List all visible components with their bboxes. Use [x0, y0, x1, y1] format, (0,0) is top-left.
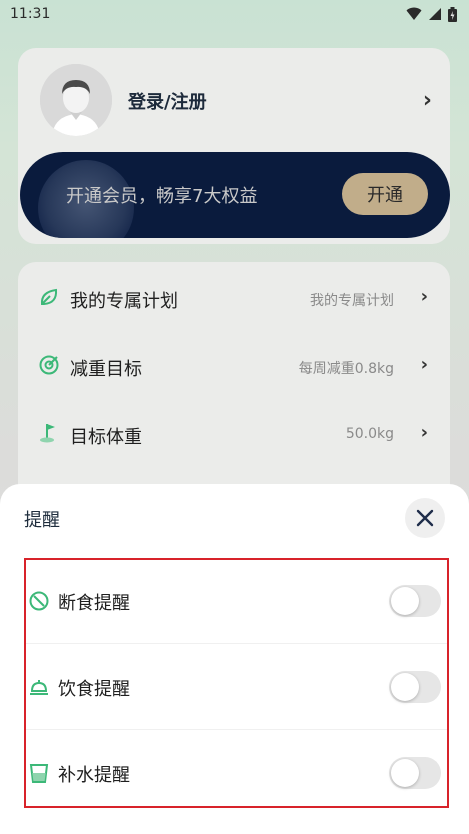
menu-item-weight-goal[interactable]: 减重目标 每周减重0.8kg ›: [18, 334, 450, 394]
flag-icon: [40, 424, 55, 443]
target-icon: [39, 355, 59, 375]
status-bar: 11:31: [0, 0, 469, 28]
reminder-list: 断食提醒 饮食提醒 补水提醒: [24, 558, 449, 808]
reminder-row-meal: 饮食提醒: [26, 646, 447, 730]
toggle-knob: [391, 759, 419, 787]
status-time: 11:31: [10, 6, 51, 22]
avatar-placeholder-icon: [40, 64, 112, 136]
reminder-label: 补水提醒: [58, 765, 130, 786]
close-button[interactable]: [405, 498, 445, 538]
reminder-row-water: 补水提醒: [26, 732, 447, 816]
meal-cloche-icon: [30, 680, 48, 695]
chevron-right-icon: ›: [420, 422, 428, 443]
chevron-right-icon[interactable]: ›: [423, 88, 432, 113]
meal-reminder-toggle[interactable]: [389, 671, 441, 703]
login-register-link[interactable]: 登录/注册: [128, 88, 207, 114]
menu-item-exclusive-plan[interactable]: 我的专属计划 我的专属计划 ›: [18, 266, 450, 326]
water-reminder-toggle[interactable]: [389, 757, 441, 789]
reminder-bottom-sheet: 提醒 断食提醒 饮食提醒 补水提醒: [0, 484, 469, 834]
menu-item-value: 每周减重0.8kg: [298, 361, 394, 377]
battery-icon: [448, 6, 457, 22]
menu-item-value: 50.0kg: [345, 426, 394, 442]
vip-activate-button[interactable]: 开通: [342, 173, 428, 215]
sheet-title: 提醒: [24, 510, 60, 531]
vip-promo-text: 开通会员，畅享7大权益: [66, 186, 258, 207]
reminder-label: 饮食提醒: [58, 679, 130, 700]
menu-item-label: 目标体重: [70, 427, 142, 448]
wifi-icon: [406, 7, 422, 20]
chevron-right-icon: ›: [420, 286, 428, 307]
fasting-icon: [29, 591, 49, 611]
menu-item-label: 减重目标: [70, 359, 142, 380]
reminder-label: 断食提醒: [58, 593, 130, 614]
leaf-icon: [40, 288, 58, 305]
status-icons: [406, 6, 457, 22]
toggle-knob: [391, 587, 419, 615]
close-icon: [416, 509, 434, 527]
menu-item-label: 我的专属计划: [70, 291, 178, 312]
menu-item-target-weight[interactable]: 目标体重 50.0kg ›: [18, 402, 450, 462]
reminder-row-fasting: 断食提醒: [26, 560, 447, 644]
toggle-knob: [391, 673, 419, 701]
vip-banner[interactable]: 开通会员，畅享7大权益 开通: [20, 152, 450, 238]
menu-item-value: 我的专属计划: [310, 293, 394, 309]
water-cup-icon: [29, 764, 49, 783]
chevron-right-icon: ›: [420, 354, 428, 375]
signal-icon: [429, 8, 441, 20]
fasting-reminder-toggle[interactable]: [389, 585, 441, 617]
avatar[interactable]: [40, 64, 112, 136]
